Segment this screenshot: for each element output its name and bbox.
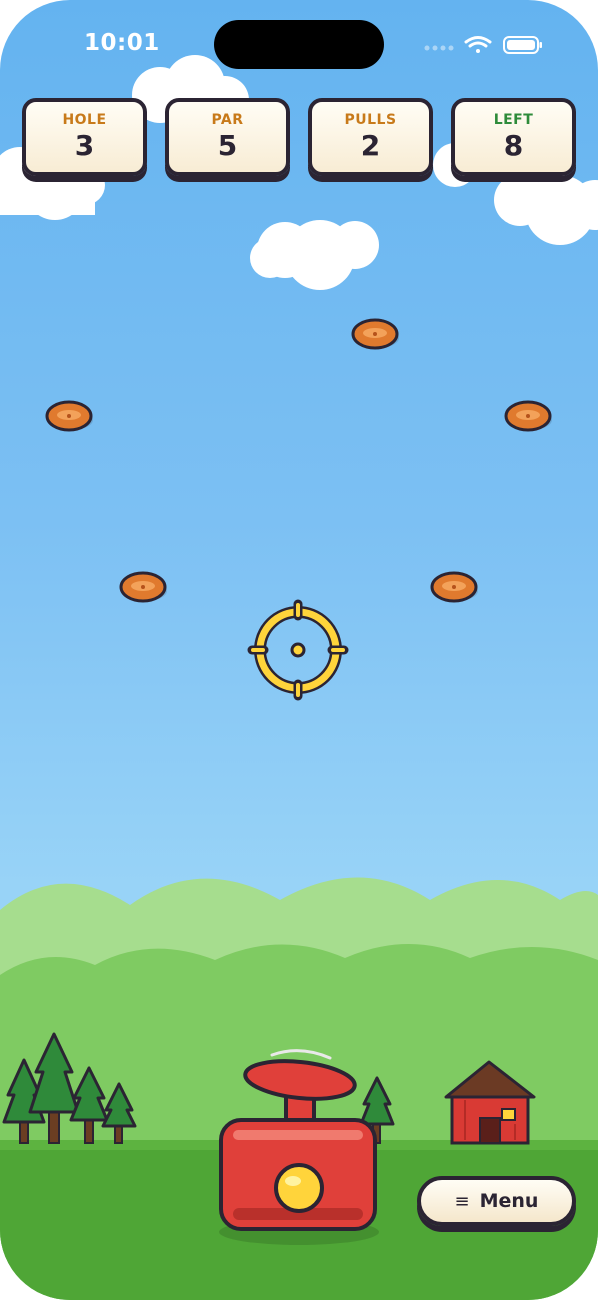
dynamic-island xyxy=(214,20,384,69)
hud-left: LEFT 8 xyxy=(451,98,576,176)
hud-value: 5 xyxy=(217,129,238,162)
clay-target[interactable] xyxy=(119,571,167,603)
menu-button[interactable]: ≡ Menu xyxy=(417,1176,576,1226)
signal-icon xyxy=(424,45,454,51)
menu-label: Menu xyxy=(479,1190,539,1212)
hud-label: LEFT xyxy=(493,112,534,128)
hud-label: HOLE xyxy=(62,112,107,128)
clay-target[interactable] xyxy=(504,400,552,432)
hud-value: 3 xyxy=(74,129,95,162)
clay-target[interactable] xyxy=(351,318,399,350)
hud-label: PAR xyxy=(211,112,244,128)
clay-target[interactable] xyxy=(430,571,478,603)
game-scene xyxy=(0,55,598,1300)
cloud xyxy=(494,174,598,245)
hud-hole: HOLE 3 xyxy=(22,98,147,176)
hud-label: PULLS xyxy=(344,112,397,128)
battery-icon xyxy=(503,36,542,54)
hud-par: PAR 5 xyxy=(165,98,290,176)
status-icons xyxy=(424,36,542,54)
menu-icon: ≡ xyxy=(454,1190,470,1212)
crosshair-icon[interactable] xyxy=(247,599,349,701)
status-time: 10:01 xyxy=(84,30,160,56)
clay-target[interactable] xyxy=(45,400,93,432)
cloud xyxy=(250,220,379,290)
wifi-icon xyxy=(464,36,492,53)
hud-pulls: PULLS 2 xyxy=(308,98,433,176)
game-screen[interactable]: 10:01 HOLE 3 PAR 5 PULLS 2 LEFT 8 ≡ Menu xyxy=(0,0,598,1300)
hud-value: 2 xyxy=(360,129,381,162)
hud-value: 8 xyxy=(503,129,524,162)
